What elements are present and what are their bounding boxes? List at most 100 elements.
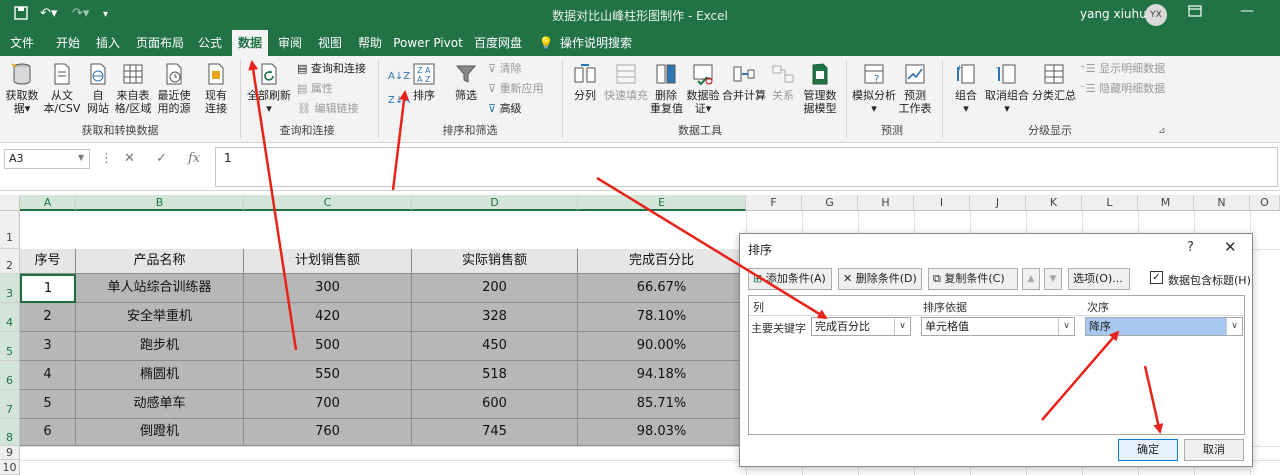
col-header-o[interactable]: O [1250, 195, 1280, 211]
enter-icon[interactable]: ✓ [156, 151, 167, 166]
table-cell[interactable]: 5 [20, 390, 76, 419]
tab-formulas[interactable]: 公式 [192, 30, 228, 56]
table-cell[interactable]: 700 [244, 390, 412, 419]
row-header-3[interactable]: 3 [0, 274, 20, 303]
header-cell-actual[interactable]: 实际销售额 [412, 249, 578, 274]
recent-sources-button[interactable]: 最近使 用的源 [154, 62, 194, 115]
table-cell[interactable]: 跑步机 [76, 332, 244, 361]
table-cell[interactable]: 倒蹬机 [76, 419, 244, 446]
tab-file[interactable]: 文件 [4, 30, 40, 56]
row-header-7[interactable]: 7 [0, 390, 20, 419]
manage-data-model-button[interactable]: 管理数 据模型 [800, 62, 840, 115]
clear-filter-button[interactable]: ⊽ 清除 [488, 62, 522, 76]
tab-view[interactable]: 视图 [312, 30, 348, 56]
reapply-button[interactable]: ⊽ 重新应用 [488, 82, 544, 96]
col-header-d[interactable]: D [412, 195, 578, 211]
from-text-csv-button[interactable]: 从文 本/CSV [42, 62, 82, 115]
data-validation-button[interactable]: 数据验 证▾ [686, 62, 720, 115]
cancel-button[interactable]: 取消 [1184, 439, 1244, 461]
sort-descending-button[interactable]: Z↓A [388, 94, 410, 108]
row-header-10[interactable]: 10 [0, 460, 20, 475]
row-header-2[interactable]: 2 [0, 249, 20, 274]
col-header-j[interactable]: J [970, 195, 1026, 211]
delete-level-button[interactable]: ✕ 删除条件(D) [838, 268, 922, 290]
table-cell[interactable]: 760 [244, 419, 412, 446]
header-cell-percent[interactable]: 完成百分比 [578, 249, 746, 274]
header-cell-product[interactable]: 产品名称 [76, 249, 244, 274]
col-header-b[interactable]: B [76, 195, 244, 211]
col-header-k[interactable]: K [1026, 195, 1082, 211]
table-cell[interactable]: 4 [20, 361, 76, 390]
existing-connections-button[interactable]: 现有 连接 [200, 62, 232, 115]
table-cell[interactable]: 1 [20, 274, 76, 303]
table-cell[interactable]: 745 [412, 419, 578, 446]
table-cell[interactable]: 518 [412, 361, 578, 390]
filter-button[interactable]: 筛选 [452, 62, 480, 102]
tab-page-layout[interactable]: 页面布局 [132, 30, 188, 56]
get-data-button[interactable]: 获取数 据▾ [4, 62, 40, 115]
from-table-button[interactable]: 来自表 格/区域 [114, 62, 152, 115]
options-button[interactable]: 选项(O)... [1068, 268, 1130, 290]
table-cell[interactable]: 300 [244, 274, 412, 303]
col-header-i[interactable]: I [914, 195, 970, 211]
table-cell[interactable]: 98.03% [578, 419, 746, 446]
tab-review[interactable]: 审阅 [272, 30, 308, 56]
table-cell[interactable]: 328 [412, 303, 578, 332]
table-cell[interactable]: 2 [20, 303, 76, 332]
relationships-button[interactable]: 关系 [770, 62, 796, 102]
tell-me-search[interactable]: 操作说明搜索 [558, 30, 634, 56]
table-cell[interactable]: 600 [412, 390, 578, 419]
col-header-h[interactable]: H [858, 195, 914, 211]
table-cell[interactable]: 动感单车 [76, 390, 244, 419]
header-cell-seq[interactable]: 序号 [20, 249, 76, 274]
table-cell[interactable]: 90.00% [578, 332, 746, 361]
hide-detail-button[interactable]: ⁻☰ 隐藏明细数据 [1080, 82, 1165, 96]
tab-power-pivot[interactable]: Power Pivot [392, 30, 464, 56]
table-cell[interactable]: 6 [20, 419, 76, 446]
row-header-8[interactable]: 8 [0, 419, 20, 446]
what-if-analysis-button[interactable]: ? 模拟分析 ▾ [852, 62, 896, 115]
row-header-9[interactable]: 9 [0, 446, 20, 460]
col-header-g[interactable]: G [802, 195, 858, 211]
table-cell[interactable]: 94.18% [578, 361, 746, 390]
ungroup-button[interactable]: - 取消组合 ▾ [984, 62, 1030, 115]
dialog-launcher-icon[interactable]: ⊿ [1158, 124, 1166, 138]
table-cell[interactable]: 66.67% [578, 274, 746, 303]
refresh-all-button[interactable]: 全部刷新 ▾ [246, 62, 292, 115]
col-header-l[interactable]: L [1082, 195, 1138, 211]
col-header-c[interactable]: C [244, 195, 412, 211]
close-icon[interactable]: ✕ [1224, 238, 1237, 256]
formula-input[interactable]: 1 [215, 147, 1278, 187]
table-cell[interactable]: 85.71% [578, 390, 746, 419]
col-header-e[interactable]: E [578, 195, 746, 211]
col-header-f[interactable]: F [746, 195, 802, 211]
col-header-a[interactable]: A [20, 195, 76, 211]
row-header-5[interactable]: 5 [0, 332, 20, 361]
copy-level-button[interactable]: ⧉ 复制条件(C) [928, 268, 1018, 290]
table-cell[interactable]: 200 [412, 274, 578, 303]
table-cell[interactable]: 安全举重机 [76, 303, 244, 332]
avatar[interactable]: YX [1145, 4, 1167, 26]
row-header-1[interactable]: 1 [0, 211, 20, 249]
tab-help[interactable]: 帮助 [352, 30, 388, 56]
remove-duplicates-button[interactable]: 删除 重复值 [650, 62, 683, 115]
queries-connections-button[interactable]: ▤ 查询和连接 [297, 62, 366, 76]
has-header-checkbox[interactable]: ✓ [1150, 271, 1163, 284]
group-button[interactable]: + 组合 ▾ [950, 62, 982, 115]
help-icon[interactable]: ? [1187, 240, 1194, 255]
sort-ascending-button[interactable]: A↓Z [388, 70, 410, 84]
select-all-corner[interactable] [0, 195, 20, 211]
tab-data[interactable]: 数据 [232, 30, 268, 56]
cancel-icon[interactable]: ✕ [124, 151, 135, 166]
advanced-filter-button[interactable]: ⊽ 高级 [488, 102, 522, 116]
table-cell[interactable]: 单人站综合训练器 [76, 274, 244, 303]
add-level-button[interactable]: ⊞ 添加条件(A) [748, 268, 832, 290]
tab-insert[interactable]: 插入 [90, 30, 126, 56]
order-select[interactable]: 降序 ∨ [1085, 317, 1243, 336]
col-header-m[interactable]: M [1138, 195, 1194, 211]
move-up-button[interactable]: ▲ [1022, 268, 1040, 290]
table-cell[interactable]: 78.10% [578, 303, 746, 332]
text-to-columns-button[interactable]: 分列 [570, 62, 600, 102]
sort-key-select[interactable]: 完成百分比 ∨ [811, 317, 911, 336]
sort-on-select[interactable]: 单元格值 ∨ [921, 317, 1075, 336]
